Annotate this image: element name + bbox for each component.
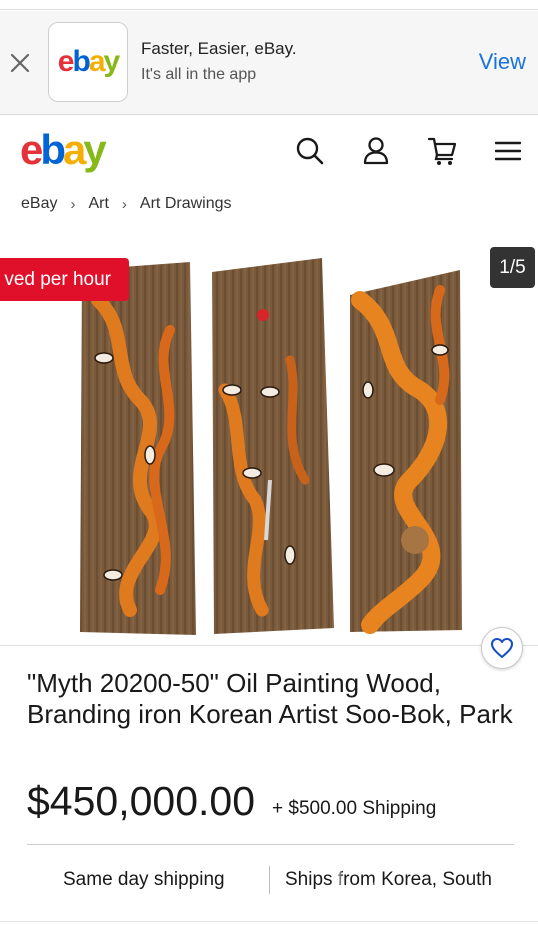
item-price: $450,000.00: [27, 778, 256, 824]
search-icon: [296, 137, 324, 165]
status-strip: [0, 0, 538, 10]
account-button[interactable]: [359, 134, 393, 168]
divider: [27, 844, 514, 845]
breadcrumb-ebay[interactable]: eBay: [21, 195, 57, 213]
painting-panel-1: [80, 262, 196, 635]
ships-from-label: Ships from Korea, South: [285, 869, 492, 890]
account-icon: [363, 137, 389, 165]
divider: [0, 921, 538, 922]
shipping-cost: + $500.00 Shipping: [272, 798, 437, 819]
close-banner-button[interactable]: [6, 49, 34, 77]
ebay-logo: ebay: [57, 45, 120, 78]
app-install-banner: ebay Faster, Easier, eBay. It's all in t…: [0, 11, 538, 115]
banner-subtitle: It's all in the app: [141, 66, 257, 83]
banner-title: Faster, Easier, eBay.: [141, 39, 297, 58]
viewed-per-hour-badge: ved per hour: [0, 258, 129, 301]
app-logo: ebay: [48, 22, 128, 102]
feature-divider: [269, 866, 270, 894]
chevron-right-icon: ›: [70, 195, 76, 213]
item-title: "Myth 20200-50" Oil Painting Wood, Brand…: [27, 668, 513, 729]
divider: [0, 645, 538, 646]
chevron-right-icon: ›: [121, 195, 127, 213]
ebay-logo[interactable]: ebay: [20, 126, 107, 174]
image-counter: 1/5: [490, 247, 535, 288]
close-icon: [10, 53, 30, 73]
site-header: ebay: [0, 116, 538, 186]
feature-row: Same day shipping Ships from Korea, Sout…: [0, 866, 538, 894]
view-app-button[interactable]: View: [479, 49, 526, 75]
search-button[interactable]: [293, 134, 327, 168]
heart-icon: [490, 637, 514, 659]
same-day-shipping-label: Same day shipping: [63, 869, 225, 890]
breadcrumb-art[interactable]: Art: [88, 195, 108, 213]
painting-panel-3: [350, 270, 462, 634]
menu-icon: [495, 141, 521, 161]
watch-button[interactable]: [481, 627, 523, 669]
breadcrumb-art-drawings[interactable]: Art Drawings: [140, 195, 232, 213]
painting-panel-2: [212, 258, 334, 634]
menu-button[interactable]: [491, 134, 525, 168]
image-gallery[interactable]: ved per hour 1/5: [0, 240, 538, 645]
watermark-logo: [338, 856, 378, 896]
cart-button[interactable]: [426, 134, 460, 168]
cart-icon: [427, 137, 457, 165]
breadcrumb: eBay › Art › Art Drawings: [21, 195, 232, 213]
